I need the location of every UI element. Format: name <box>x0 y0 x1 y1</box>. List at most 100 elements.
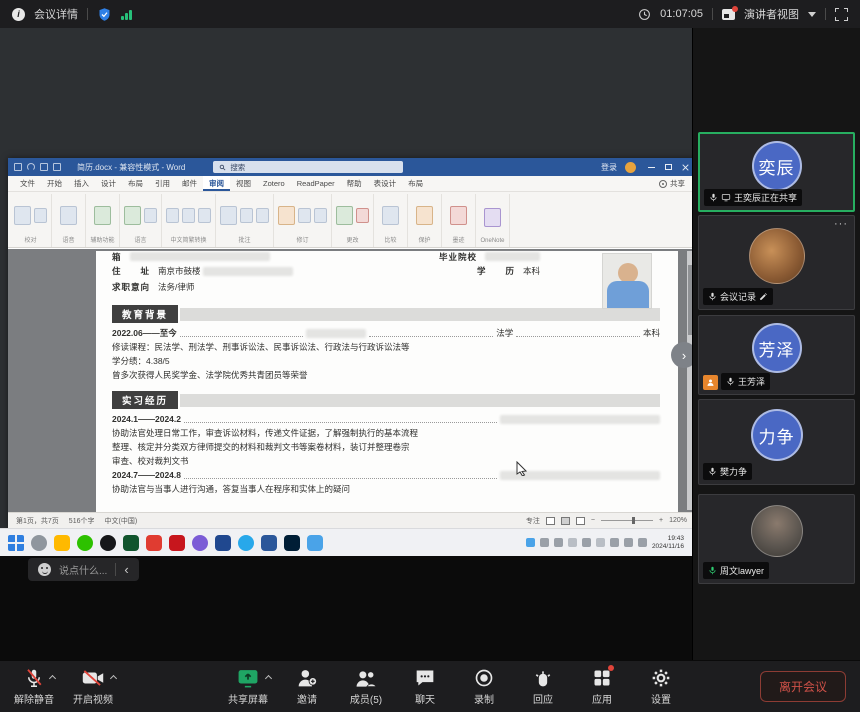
volume-icon[interactable] <box>638 538 647 547</box>
weibo-icon[interactable] <box>169 535 185 551</box>
taskbar-clock[interactable]: 19:43 2024/11/16 <box>652 535 684 550</box>
ribbon-group-onenote[interactable]: OneNote <box>476 194 510 247</box>
ribbon-group-speech[interactable]: 语音 <box>52 194 86 247</box>
chat-collapse-button[interactable]: ‹ <box>124 562 128 577</box>
tab-view[interactable]: 视图 <box>230 176 257 191</box>
participant-tile[interactable]: 力争 樊力争 <box>698 399 855 485</box>
zoom-out-button[interactable]: − <box>591 517 595 524</box>
print-layout-icon[interactable] <box>561 517 570 525</box>
word-count[interactable]: 516个字 <box>69 516 95 526</box>
tray-icon[interactable] <box>610 538 619 547</box>
wechat-icon[interactable] <box>77 535 93 551</box>
undo-icon[interactable] <box>27 163 35 171</box>
save-icon[interactable] <box>14 163 22 171</box>
ribbon-group-changes[interactable]: 更改 <box>332 194 374 247</box>
zoom-slider-thumb[interactable] <box>632 517 635 524</box>
app-icon[interactable] <box>123 535 139 551</box>
web-layout-icon[interactable] <box>576 517 585 525</box>
maximize-icon[interactable] <box>665 164 672 170</box>
ribbon-group-ink[interactable]: 墨迹 <box>442 194 476 247</box>
word-titlebar[interactable]: 简历.docx - 兼容性模式 - Word 搜索 登录 <box>8 158 695 176</box>
tab-layout[interactable]: 布局 <box>122 176 149 191</box>
tray-icon[interactable] <box>526 538 535 547</box>
pencil-icon[interactable] <box>759 292 768 301</box>
notion-icon[interactable] <box>215 535 231 551</box>
tab-insert[interactable]: 插入 <box>68 176 95 191</box>
chevron-down-icon[interactable] <box>808 12 816 17</box>
tray-icon[interactable] <box>596 538 605 547</box>
reactions-button[interactable]: 回应 <box>523 667 563 706</box>
emoji-icon[interactable] <box>38 563 51 576</box>
start-video-button[interactable]: 开启视频 <box>73 667 113 706</box>
read-mode-icon[interactable] <box>546 517 555 525</box>
record-button[interactable]: 录制 <box>464 667 504 706</box>
meeting-details-button[interactable]: 会议详情 <box>34 6 78 22</box>
page-indicator[interactable]: 第1页，共7页 <box>16 516 59 526</box>
language-indicator[interactable]: 中文(中国) <box>104 516 137 526</box>
close-icon[interactable] <box>682 164 689 171</box>
tab-mailings[interactable]: 邮件 <box>176 176 203 191</box>
app-icon[interactable] <box>146 535 162 551</box>
ribbon-group-compare[interactable]: 比较 <box>374 194 408 247</box>
minimize-icon[interactable] <box>648 167 655 168</box>
wifi-icon[interactable] <box>624 538 633 547</box>
view-mode-button[interactable]: 演讲者视图 <box>744 6 799 22</box>
ribbon-group-chinese-conversion[interactable]: 中文简繁转换 <box>162 194 216 247</box>
ribbon-group-tracking[interactable]: 修订 <box>274 194 332 247</box>
ribbon-group-comments[interactable]: 批注 <box>216 194 274 247</box>
word-app-icon[interactable] <box>261 535 277 551</box>
document-canvas[interactable]: 箱 毕业院校 住 址 南京市鼓楼 学 历 <box>8 249 695 512</box>
focus-mode-button[interactable]: 专注 <box>526 516 540 526</box>
file-explorer-icon[interactable] <box>54 535 70 551</box>
ribbon-group-protect[interactable]: 保护 <box>408 194 442 247</box>
apps-button[interactable]: 应用 <box>582 667 622 706</box>
tab-home[interactable]: 开始 <box>41 176 68 191</box>
tray-icon[interactable] <box>554 538 563 547</box>
meeting-app-icon[interactable] <box>307 535 323 551</box>
zoom-level[interactable]: 120% <box>669 517 687 524</box>
edge-browser-icon[interactable] <box>238 535 254 551</box>
chat-quick-input[interactable]: 说点什么... ‹ <box>28 558 139 581</box>
zoom-slider[interactable] <box>601 520 653 521</box>
tab-file[interactable]: 文件 <box>14 176 41 191</box>
settings-app-icon[interactable] <box>31 535 47 551</box>
tab-review[interactable]: 审阅 <box>203 176 230 191</box>
settings-button[interactable]: 设置 <box>641 667 681 706</box>
more-options-icon[interactable]: ··· <box>834 218 848 230</box>
security-shield-icon[interactable] <box>97 7 112 22</box>
tray-icon[interactable] <box>582 538 591 547</box>
new-doc-icon[interactable] <box>40 163 48 171</box>
tab-table-design[interactable]: 表设计 <box>368 176 403 191</box>
ribbon-group-language[interactable]: 语言 <box>120 194 162 247</box>
participant-tile[interactable]: 芳泽 王芳泽 <box>698 315 855 395</box>
participant-tile[interactable]: 周文lawyer <box>698 494 855 584</box>
tray-icon[interactable] <box>568 538 577 547</box>
tab-table-layout[interactable]: 布局 <box>402 176 429 191</box>
tab-design[interactable]: 设计 <box>95 176 122 191</box>
chevron-up-icon[interactable] <box>110 675 117 682</box>
tab-zotero[interactable]: Zotero <box>257 176 291 191</box>
participant-tile-notes[interactable]: ··· 会议记录 <box>698 215 855 310</box>
chat-button[interactable]: 聊天 <box>405 667 445 706</box>
chevron-up-icon[interactable] <box>49 675 56 682</box>
tray-icon[interactable] <box>540 538 549 547</box>
document-page[interactable]: 箱 毕业院校 住 址 南京市鼓楼 学 历 <box>96 251 678 512</box>
network-signal-icon[interactable] <box>121 9 132 20</box>
fullscreen-icon[interactable] <box>835 8 848 21</box>
participant-tile-sharing[interactable]: 奕辰 王奕辰正在共享 <box>698 132 855 212</box>
quick-access-toolbar[interactable] <box>14 163 61 171</box>
account-avatar[interactable] <box>625 162 636 173</box>
photoshop-icon[interactable] <box>284 535 300 551</box>
word-search-box[interactable]: 搜索 <box>213 161 403 173</box>
start-button-icon[interactable] <box>8 535 24 551</box>
chat-input-placeholder[interactable]: 说点什么... <box>59 562 107 577</box>
open-icon[interactable] <box>53 163 61 171</box>
ribbon-group-accessibility[interactable]: 辅助功能 <box>86 194 120 247</box>
leave-meeting-button[interactable]: 离开会议 <box>760 671 846 702</box>
qq-icon[interactable] <box>100 535 116 551</box>
invite-button[interactable]: 邀请 <box>287 667 327 706</box>
tab-readpaper[interactable]: ReadPaper <box>291 176 341 191</box>
unmute-button[interactable]: 解除静音 <box>14 667 54 706</box>
zoom-in-button[interactable]: + <box>659 517 663 524</box>
tab-help[interactable]: 帮助 <box>341 176 368 191</box>
